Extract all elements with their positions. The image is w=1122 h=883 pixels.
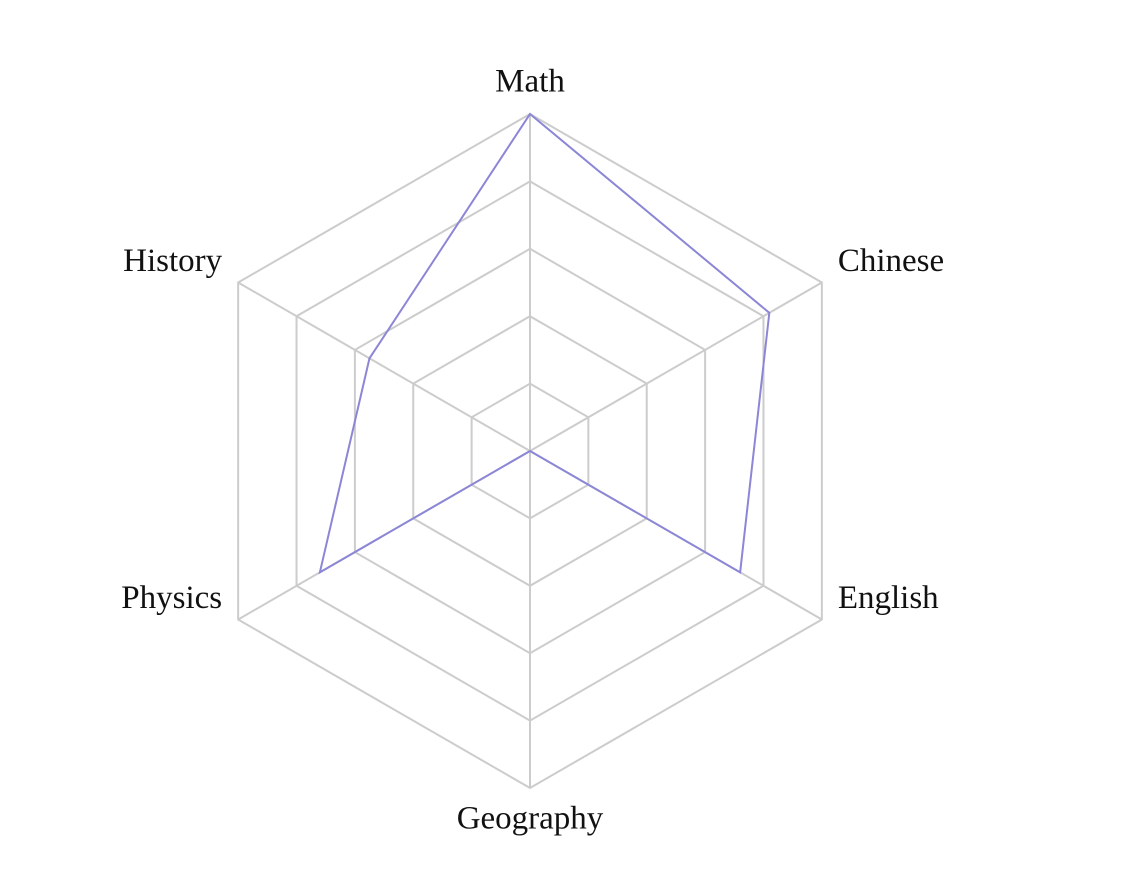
category-label-english: English (838, 580, 939, 616)
category-label-math: Math (495, 64, 565, 100)
axis-spoke-chinese (529, 281, 823, 452)
radar-series (318, 112, 771, 575)
axis-spoke-history (237, 281, 531, 452)
series-line-1 (318, 112, 771, 575)
radar-chart-svg: Math Chinese English Geography Physics Histor… (121, 64, 944, 837)
category-label-geography: Geography (457, 801, 604, 837)
category-label-chinese: Chinese (838, 243, 944, 279)
radar-chart: Math Chinese English Geography Physics Histor… (0, 0, 1122, 878)
category-label-physics: Physics (121, 580, 222, 616)
category-label-history: History (123, 243, 223, 279)
